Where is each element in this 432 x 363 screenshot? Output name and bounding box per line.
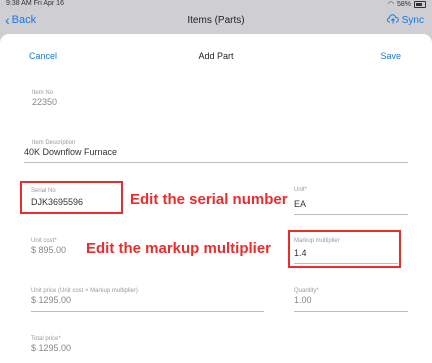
sheet-header: Cancel Add Part Save [0, 34, 432, 76]
quantity-label: Quantity* [294, 288, 319, 294]
item-description-value[interactable]: 40K Downflow Furnace [24, 147, 117, 158]
unit-price-field: Unit price (Unit cost × Markup multiplie… [31, 287, 138, 306]
unit-label: Unit* [294, 187, 308, 193]
item-no-label: Item No [32, 90, 54, 96]
unit-price-underline [31, 311, 264, 312]
cloud-upload-icon [386, 14, 399, 27]
unit-price-label: Unit price (Unit cost × Markup multiplie… [31, 288, 138, 294]
serial-annotation: Edit the serial number [130, 191, 288, 208]
markup-highlight-box [288, 230, 401, 268]
unit-underline [294, 214, 408, 215]
total-price-field: Total price* $ 1295.00 [31, 335, 71, 354]
item-no-value: 22350 [32, 97, 58, 107]
quantity-input[interactable]: 1.00 [294, 295, 319, 306]
add-part-sheet: Cancel Add Part Save Item No 22350 Item … [0, 34, 432, 363]
unit-value[interactable]: EA [294, 199, 307, 210]
sync-label: Sync [401, 15, 424, 26]
nav-title: Items (Parts) [187, 15, 245, 26]
total-price-label: Total price* [31, 336, 61, 342]
sheet-title: Add Part [198, 51, 234, 61]
quantity-field[interactable]: Quantity* 1.00 [294, 287, 319, 306]
status-indicators: ◠ 58% [388, 0, 426, 8]
nav-bar: ‹ Back Items (Parts) Sync [0, 9, 432, 33]
wifi-icon: ◠ [387, 1, 394, 8]
sync-button[interactable]: Sync [386, 14, 424, 27]
item-description-underline [24, 162, 408, 163]
status-bar: 9:38 AM Fri Apr 16 ◠ 58% [0, 0, 432, 9]
unit-price-value: $ 1295.00 [31, 295, 72, 305]
unit-field[interactable]: Unit* EA [294, 186, 307, 210]
unit-cost-field: Unit cost* $ 895.00 [31, 237, 66, 256]
status-time: 9:38 AM Fri Apr 16 [6, 0, 64, 7]
battery-percent: 58% [396, 0, 411, 8]
item-description-label: Item Description [32, 140, 76, 146]
unit-cost-value: $ 895.00 [31, 245, 67, 255]
total-price-value: $ 1295.00 [31, 343, 72, 353]
quantity-underline [294, 311, 408, 312]
item-description-field[interactable]: Item Description 40K Downflow Furnace [24, 139, 117, 158]
save-button[interactable]: Save [380, 51, 401, 61]
battery-icon [414, 0, 426, 8]
unit-cost-label: Unit cost* [31, 238, 57, 244]
item-no-field: Item No 22350 [32, 89, 57, 108]
serial-highlight-box [20, 181, 123, 214]
markup-annotation: Edit the markup multiplier [86, 240, 272, 257]
